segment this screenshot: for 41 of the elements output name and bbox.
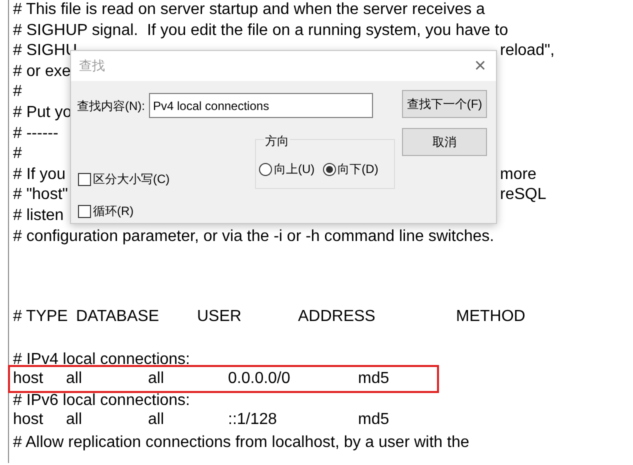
code-token: # TYPE [13, 307, 69, 328]
code-token: ADDRESS [298, 307, 376, 328]
close-button[interactable]: × [470, 56, 490, 76]
code-token: METHOD [456, 307, 526, 328]
option-checkbox[interactable]: 区分大小写(C) [78, 170, 170, 188]
code-token: DATABASE [76, 307, 160, 328]
code-line: # IPv6 local connections: [13, 391, 190, 412]
find-label: 查找内容(N): [77, 98, 145, 114]
dialog-title: 查找 [79, 57, 105, 76]
direction-radio[interactable]: 向下(D) [322, 160, 378, 178]
code-line: # listen [13, 206, 64, 226]
option-checkbox[interactable]: 循环(R) [78, 202, 134, 220]
code-token: all [66, 369, 84, 389]
code-line: # If you [13, 164, 66, 185]
code-token: md5 [358, 369, 390, 389]
find-input[interactable]: Pv4 local connections [149, 93, 373, 118]
code-token: all [148, 410, 166, 430]
code-line: more [500, 164, 538, 185]
code-token: 0.0.0.0/0 [228, 369, 292, 389]
code-line: # or exe [13, 62, 71, 82]
code-line: # This file is read on server startup and when the server receives a [13, 0, 485, 20]
code-token: md5 [358, 410, 390, 430]
code-line: # IPv4 local connections: [13, 350, 190, 370]
direction-radio[interactable]: 向上(U) [259, 160, 315, 178]
code-line: reSQL [500, 185, 548, 206]
code-line: # SIGHUP signal. If you edit the file on a running system, you have to [13, 20, 508, 41]
code-token: host [13, 410, 44, 430]
code-token: USER [197, 307, 242, 328]
find-next-button[interactable]: 查找下一个(F) [402, 90, 487, 118]
code-token: all [66, 410, 84, 430]
code-line: # configuration parameter, or via the -i or -h command line switches. [13, 226, 494, 247]
code-line: # Allow replication connections from localhost, by a user with the [13, 432, 470, 452]
code-token: all [148, 369, 166, 389]
cancel-button[interactable]: 取消 [402, 128, 487, 156]
code-line: # [13, 82, 22, 102]
code-line: # [13, 144, 22, 164]
code-token: ::1/128 [228, 410, 278, 430]
code-token: host [13, 369, 44, 389]
code-line: # "host" [13, 185, 68, 206]
code-line: reload", [500, 41, 556, 62]
code-line: # ------ [13, 124, 58, 144]
